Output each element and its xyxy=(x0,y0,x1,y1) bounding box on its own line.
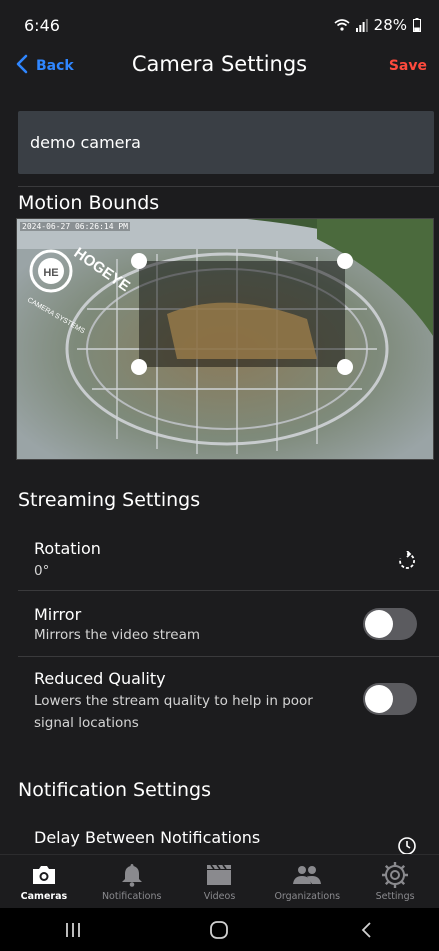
delay-label: Delay Between Notifications xyxy=(34,828,261,847)
bottom-nav: Cameras Notifications Videos Organizatio… xyxy=(0,854,439,908)
nav-videos[interactable]: Videos xyxy=(176,855,264,908)
camera-name-input[interactable]: demo camera xyxy=(18,111,434,174)
page-title: Camera Settings xyxy=(131,52,308,76)
wifi-icon xyxy=(334,18,350,32)
motion-bounds-title: Motion Bounds xyxy=(18,192,160,214)
rotation-value: 0° xyxy=(34,563,50,579)
battery-percent: 28% xyxy=(373,16,407,34)
home-button[interactable] xyxy=(189,910,249,950)
rotation-row[interactable]: Rotation 0° xyxy=(18,539,439,589)
bounds-handle xyxy=(131,253,147,269)
signal-icon xyxy=(355,18,368,32)
divider xyxy=(18,590,439,591)
motion-bounds-preview[interactable]: HE HOGEYE CAMERA SYSTEMS 2024-06-27 06:2… xyxy=(16,218,434,460)
bell-icon xyxy=(121,861,143,889)
delay-row[interactable]: Delay Between Notifications xyxy=(18,828,439,854)
nav-settings[interactable]: Settings xyxy=(351,855,439,908)
recent-apps-button[interactable] xyxy=(43,910,103,950)
back-nav-button[interactable] xyxy=(336,910,396,950)
status-indicators: 28% xyxy=(334,16,421,34)
svg-text:HE: HE xyxy=(43,267,58,279)
header: Back Camera Settings Save xyxy=(0,46,439,96)
camera-icon xyxy=(31,861,57,889)
snapshot-timestamp: 2024-06-27 06:26:14 PM xyxy=(20,222,130,231)
bounds-handle xyxy=(337,253,353,269)
reduced-quality-toggle[interactable] xyxy=(363,683,417,715)
status-time: 6:46 xyxy=(24,16,60,35)
notification-settings-title: Notification Settings xyxy=(18,779,211,801)
mirror-row: Mirror Mirrors the video stream xyxy=(18,605,439,655)
bounds-handle xyxy=(131,359,147,375)
nav-organizations[interactable]: Organizations xyxy=(263,855,351,908)
rotate-icon[interactable] xyxy=(397,550,417,575)
nav-cameras[interactable]: Cameras xyxy=(0,855,88,908)
bounds-handle xyxy=(337,359,353,375)
streaming-settings-title: Streaming Settings xyxy=(18,489,201,511)
divider xyxy=(18,186,439,187)
camera-snapshot: HE HOGEYE CAMERA SYSTEMS xyxy=(17,219,433,459)
reduced-quality-row: Reduced Quality Lowers the stream qualit… xyxy=(18,669,439,739)
clock-icon xyxy=(397,836,417,854)
save-button[interactable]: Save xyxy=(389,58,427,74)
divider xyxy=(18,656,439,657)
nav-notifications[interactable]: Notifications xyxy=(88,855,176,908)
status-bar: 6:46 28% xyxy=(0,0,439,46)
battery-icon xyxy=(413,18,421,32)
gear-icon xyxy=(381,861,409,889)
rotation-label: Rotation xyxy=(34,539,101,558)
mirror-toggle[interactable] xyxy=(363,608,417,640)
clapperboard-icon xyxy=(206,861,232,889)
people-icon xyxy=(292,861,322,889)
system-nav-bar xyxy=(0,908,439,951)
